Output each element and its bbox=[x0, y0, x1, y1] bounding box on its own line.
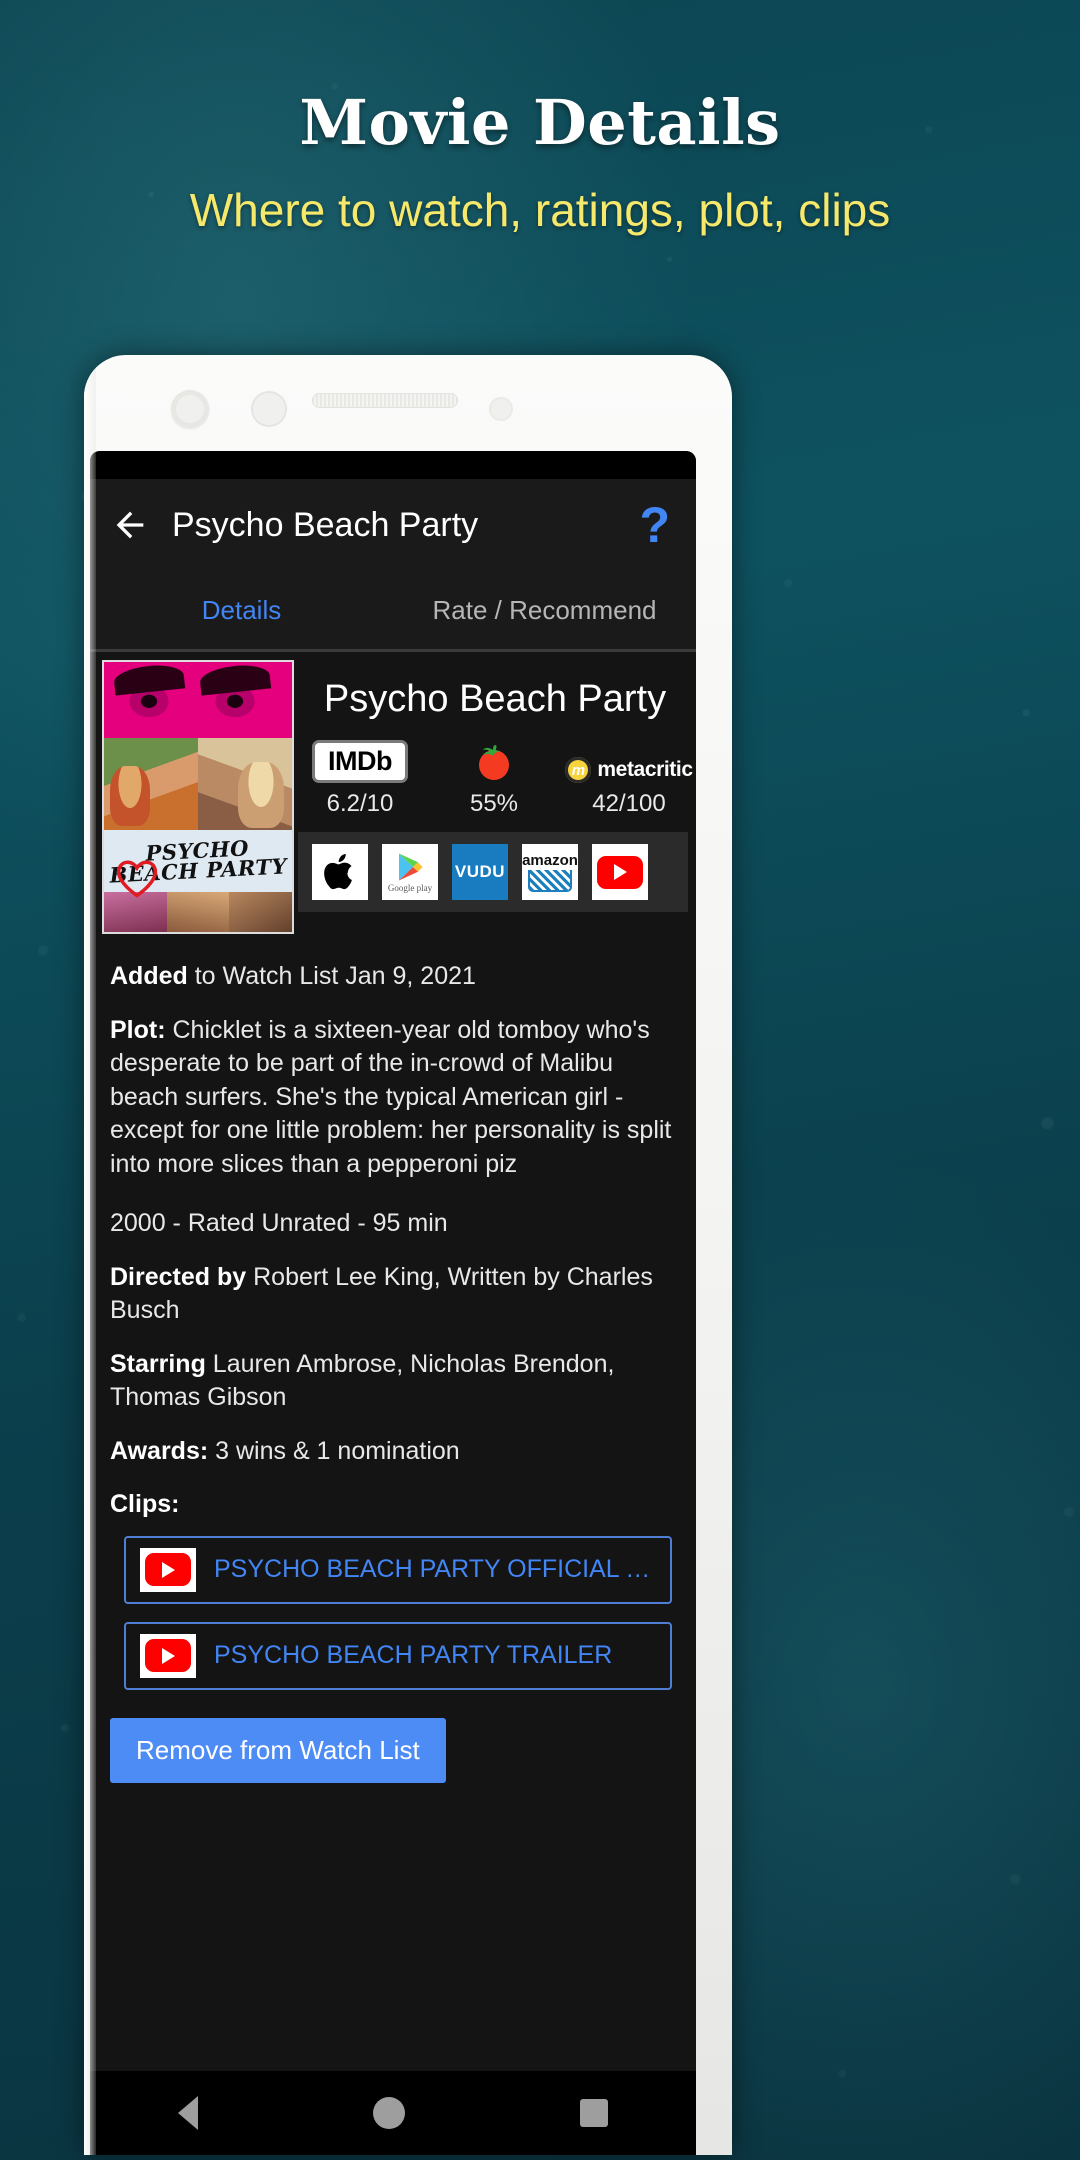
ratings-row: IMDb 6.2/10 55% m metacritic 42/100 bbox=[294, 721, 696, 818]
youtube-icon bbox=[140, 1547, 196, 1592]
provider-vudu[interactable]: VUDU bbox=[452, 844, 508, 900]
details-content: PSYCHO BEACH PARTY Psycho Beach Party IM… bbox=[90, 652, 696, 2071]
promo-header: Movie Details Where to watch, ratings, p… bbox=[0, 0, 1080, 237]
imdb-score: 6.2/10 bbox=[326, 790, 394, 817]
remove-from-watch-list-button[interactable]: Remove from Watch List bbox=[110, 1717, 446, 1783]
awards-label: Awards: bbox=[110, 1436, 209, 1465]
app-bar: Psycho Beach Party ? bbox=[90, 479, 696, 571]
provider-apple[interactable] bbox=[312, 844, 368, 900]
android-nav-bar bbox=[90, 2071, 696, 2155]
page-title: Psycho Beach Party bbox=[172, 505, 479, 544]
tomato-icon bbox=[479, 745, 509, 780]
imdb-logo-icon: IMDb bbox=[312, 740, 408, 783]
movie-title: Psycho Beach Party bbox=[323, 678, 667, 720]
meta-line: 2000 - Rated Unrated - 95 min bbox=[110, 1209, 448, 1237]
tab-bar: Details Rate / Recommend bbox=[90, 571, 696, 652]
starring-line: Starring Lauren Ambrose, Nicholas Brendo… bbox=[110, 1348, 676, 1415]
phone-screen: Psycho Beach Party ? Details Rate / Reco… bbox=[90, 451, 696, 2155]
providers-row: Google play VUDU amazon bbox=[298, 832, 688, 912]
plot-text: Chicklet is a sixteen-year old tomboy wh… bbox=[110, 1015, 672, 1178]
tomato-score: 55% bbox=[469, 790, 519, 817]
metacritic-logo-icon: m metacritic bbox=[565, 757, 693, 783]
promo-subtitle: Where to watch, ratings, plot, clips bbox=[189, 184, 891, 236]
rating-imdb[interactable]: IMDb 6.2/10 bbox=[298, 740, 422, 818]
clips-label: Clips: bbox=[110, 1490, 180, 1518]
poster-strip-2 bbox=[166, 892, 230, 932]
metacritic-wordmark: metacritic bbox=[597, 758, 693, 781]
rating-metacritic[interactable]: m metacritic 42/100 bbox=[565, 757, 693, 818]
back-arrow-icon[interactable] bbox=[108, 503, 152, 547]
poster-strip-3 bbox=[229, 892, 292, 932]
amazon-wordmark: amazon bbox=[522, 851, 578, 869]
awards-line: Awards: 3 wins & 1 nomination bbox=[110, 1435, 676, 1469]
status-bar bbox=[90, 451, 696, 479]
clip-title: PSYCHO BEACH PARTY TRAILER bbox=[214, 1641, 613, 1669]
details-text-block: Added to Watch List Jan 9, 2021 Plot: Ch… bbox=[90, 934, 696, 1522]
poster-eyes-panel bbox=[104, 662, 292, 738]
clip-title: PSYCHO BEACH PARTY OFFICIAL TR… bbox=[214, 1555, 656, 1583]
tab-rate-recommend[interactable]: Rate / Recommend bbox=[393, 571, 696, 649]
help-icon[interactable]: ? bbox=[639, 496, 678, 554]
nav-home-icon[interactable] bbox=[372, 2097, 405, 2129]
tab-details[interactable]: Details bbox=[90, 571, 393, 649]
provider-amazon[interactable]: amazon bbox=[522, 844, 578, 900]
directed-line: Directed by Robert Lee King, Written by … bbox=[110, 1261, 676, 1328]
poster-eye-right bbox=[204, 676, 266, 722]
poster-photo-row bbox=[104, 738, 292, 830]
favorite-heart-icon[interactable] bbox=[116, 858, 158, 898]
apple-icon bbox=[324, 854, 352, 890]
phone-mockup: Psycho Beach Party ? Details Rate / Reco… bbox=[84, 355, 732, 2155]
nav-back-icon[interactable] bbox=[177, 2096, 198, 2130]
added-line: Added to Watch List Jan 9, 2021 bbox=[110, 960, 676, 994]
provider-google-play[interactable]: Google play bbox=[382, 844, 438, 900]
led-indicator-icon bbox=[253, 393, 285, 425]
directed-label: Directed by bbox=[110, 1262, 247, 1291]
awards-text: 3 wins & 1 nomination bbox=[208, 1436, 460, 1465]
movie-poster[interactable]: PSYCHO BEACH PARTY bbox=[102, 660, 294, 934]
added-label: Added bbox=[110, 962, 188, 990]
hero-right-column: Psycho Beach Party IMDb 6.2/10 55% m met… bbox=[294, 660, 696, 934]
youtube-icon bbox=[140, 1633, 196, 1678]
poster-photo-right bbox=[198, 738, 292, 830]
poster-strip-1 bbox=[104, 892, 167, 932]
clip-item-2[interactable]: PSYCHO BEACH PARTY TRAILER bbox=[124, 1621, 672, 1690]
google-play-icon bbox=[399, 853, 423, 880]
rating-rotten-tomatoes[interactable]: 55% bbox=[432, 739, 556, 818]
earpiece-speaker bbox=[312, 393, 458, 408]
metacritic-badge: m bbox=[565, 757, 592, 783]
clip-item-1[interactable]: PSYCHO BEACH PARTY OFFICIAL TR… bbox=[124, 1535, 672, 1604]
poster-photo-left bbox=[104, 738, 198, 830]
plot-line: Plot: Chicklet is a sixteen-year old tom… bbox=[110, 1014, 676, 1182]
poster-photo-strip bbox=[104, 892, 292, 932]
nav-recent-icon[interactable] bbox=[580, 2099, 609, 2127]
plot-label: Plot: bbox=[110, 1015, 166, 1044]
amazon-cart-icon bbox=[528, 869, 572, 892]
promo-title: Movie Details bbox=[299, 86, 781, 159]
phone-bezel-top bbox=[84, 355, 732, 451]
youtube-icon bbox=[597, 855, 643, 889]
provider-youtube[interactable] bbox=[592, 844, 648, 900]
google-play-caption: Google play bbox=[387, 882, 433, 893]
hero-section: PSYCHO BEACH PARTY Psycho Beach Party IM… bbox=[90, 652, 696, 934]
starring-label: Starring bbox=[110, 1349, 206, 1378]
metacritic-score: 42/100 bbox=[592, 790, 666, 817]
poster-eye-left bbox=[118, 676, 180, 722]
proximity-sensor-icon bbox=[489, 397, 513, 421]
front-camera-icon bbox=[171, 390, 209, 428]
added-text: to Watch List Jan 9, 2021 bbox=[187, 962, 476, 990]
